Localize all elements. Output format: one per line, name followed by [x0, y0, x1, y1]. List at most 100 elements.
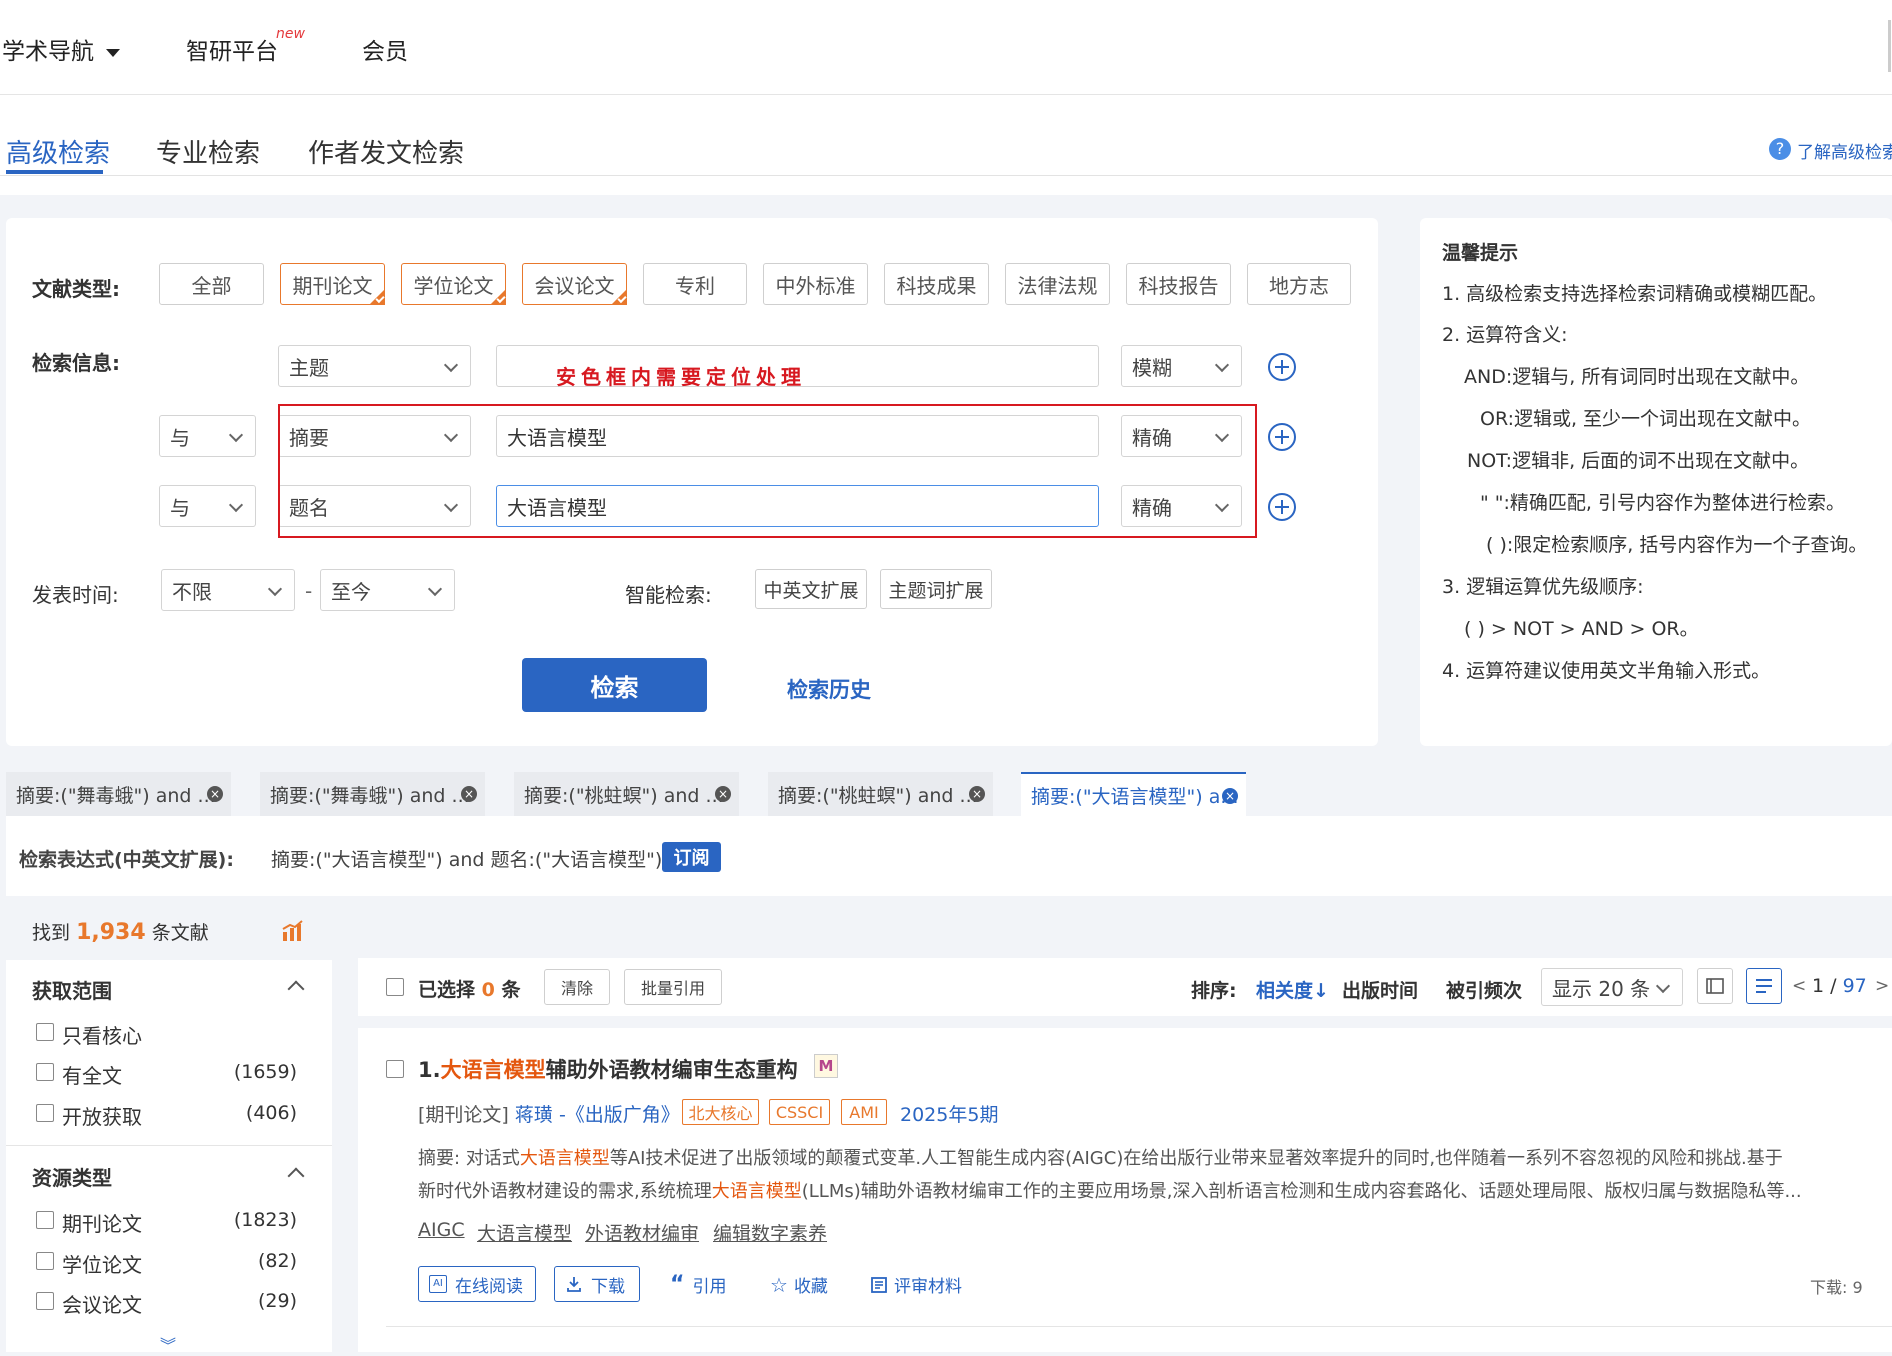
history-tab[interactable]: 摘要:("桃蛀螟") and ... × — [768, 772, 993, 816]
result-source[interactable]: -《出版广角》 — [559, 1104, 680, 1126]
nav-academic[interactable]: 学术导航 — [2, 32, 120, 66]
pubtime-to-select[interactable]: 至今 — [320, 569, 455, 611]
facet-item-label: 只看核心 — [62, 1024, 142, 1048]
caret-down-icon — [106, 48, 120, 57]
abstract-highlight: 大语言模型 — [711, 1181, 802, 1202]
download-button[interactable]: 下载 — [554, 1266, 640, 1302]
results-prefix: 找到 — [32, 922, 71, 944]
download-count: 下载: 9 — [1810, 1278, 1863, 1297]
doctype-conference[interactable]: 会议论文 — [522, 263, 627, 305]
expand-more-icon[interactable]: ︾ — [160, 1332, 176, 1356]
doctype-patent[interactable]: 专利 — [643, 263, 747, 305]
result-issue[interactable]: 2025年5期 — [900, 1100, 998, 1127]
history-tab[interactable]: 摘要:("桃蛀螟") and ... × — [514, 772, 739, 816]
close-icon[interactable]: × — [1222, 788, 1238, 804]
keyword-link[interactable]: 大语言模型 — [477, 1219, 572, 1246]
facet-item-count: (82) — [257, 1250, 297, 1272]
close-icon[interactable]: × — [461, 786, 477, 802]
history-tab[interactable]: 摘要:("舞毒蛾") and ... × — [6, 772, 231, 816]
logic-select-value: 与 — [170, 495, 190, 520]
pubtime-from-select[interactable]: 不限 — [161, 569, 295, 611]
download-icon — [567, 1277, 581, 1292]
abstract-text: (LLMs)辅助外语教材编审工作的主要应用场景,深入剖析语言检测和生成内容套路化… — [801, 1181, 1802, 1202]
sort-relevance-label: 相关度 — [1256, 980, 1314, 1002]
smart-option-thesaurus[interactable]: 主题词扩展 — [880, 569, 992, 609]
facet-checkbox[interactable] — [36, 1023, 54, 1041]
list-view-icon[interactable] — [1746, 968, 1782, 1004]
grid-view-icon[interactable] — [1697, 968, 1733, 1004]
tip-line: 3. 逻辑运算优先级顺序: — [1442, 576, 1644, 598]
search-button[interactable]: 检索 — [522, 658, 707, 712]
check-corner-icon — [611, 289, 627, 305]
results-summary: 找到 1,934 条文献 — [32, 918, 209, 945]
favorite-button[interactable]: ☆ 收藏 — [770, 1272, 828, 1298]
facet-checkbox[interactable] — [36, 1211, 54, 1229]
tab-author-search[interactable]: 作者发文检索 — [308, 133, 464, 170]
smart-search-label: 智能检索: — [625, 583, 712, 607]
facet-checkbox[interactable] — [36, 1292, 54, 1310]
logic-select-row3[interactable]: 与 — [159, 485, 256, 527]
field-select-row1[interactable]: 主题 — [278, 345, 471, 387]
doctype-report[interactable]: 科技报告 — [1126, 263, 1231, 305]
review-material-button[interactable]: 评审材料 — [870, 1272, 962, 1297]
tip-line: " ":精确匹配, 引号内容作为整体进行检索。 — [1480, 492, 1845, 514]
keyword-link[interactable]: 编辑数字素养 — [713, 1219, 827, 1246]
nav-zhiyan[interactable]: 智研平台 — [186, 32, 278, 66]
tab-professional-search[interactable]: 专业检索 — [156, 133, 260, 170]
history-tab[interactable]: 摘要:("舞毒蛾") and ... × — [260, 772, 485, 816]
abstract-text: 等AI技术促进了出版领域的颠覆式变革.人工智能生成内容(AIGC)在给出版行业带… — [609, 1148, 1783, 1169]
doctype-achievement[interactable]: 科技成果 — [884, 263, 989, 305]
keyword-link[interactable]: 外语教材编审 — [585, 1219, 699, 1246]
close-icon[interactable]: × — [207, 786, 223, 802]
results-suffix: 条文献 — [151, 922, 209, 944]
history-tab-active[interactable]: 摘要:("大语言模型") a... × — [1021, 772, 1246, 816]
doctype-journal[interactable]: 期刊论文 — [280, 263, 385, 305]
doctype-thesis[interactable]: 学位论文 — [401, 263, 506, 305]
doctype-gazetteer[interactable]: 地方志 — [1247, 263, 1351, 305]
doctype-all[interactable]: 全部 — [159, 263, 264, 305]
clear-button[interactable]: 清除 — [544, 969, 610, 1005]
result-author[interactable]: 蒋璜 — [515, 1104, 553, 1126]
subscribe-button[interactable]: 订阅 — [662, 842, 721, 872]
pubtime-to-value: 至今 — [331, 579, 371, 604]
doctype-label: 法律法规 — [1017, 273, 1098, 298]
next-page-icon[interactable]: > — [1875, 976, 1889, 996]
select-all-checkbox[interactable] — [386, 978, 404, 996]
results-count: 1,934 — [76, 920, 146, 945]
cite-label: 引用 — [692, 1277, 727, 1297]
batch-cite-button[interactable]: 批量引用 — [624, 969, 722, 1005]
cite-button[interactable]: “ 引用 — [670, 1272, 726, 1297]
online-read-button[interactable]: AI 在线阅读 — [418, 1266, 536, 1302]
facet-checkbox[interactable] — [36, 1063, 54, 1081]
page-size-select[interactable]: 显示 20 条 — [1541, 968, 1683, 1006]
doctype-standard[interactable]: 中外标准 — [763, 263, 868, 305]
bar-chart-icon[interactable] — [282, 920, 304, 942]
keyword-link[interactable]: AIGC — [418, 1219, 465, 1241]
nav-member[interactable]: 会员 — [362, 32, 408, 66]
star-icon: ☆ — [770, 1272, 788, 1297]
sort-relevance[interactable]: 相关度↓ — [1256, 976, 1329, 1003]
logic-select-row2[interactable]: 与 — [159, 415, 256, 457]
prev-page-icon[interactable]: < — [1792, 976, 1806, 996]
add-row-icon[interactable] — [1268, 353, 1296, 381]
tab-active-underline — [6, 170, 103, 174]
match-select-row1[interactable]: 模糊 — [1121, 345, 1242, 387]
search-history-link[interactable]: 检索历史 — [787, 674, 871, 704]
help-link[interactable]: 了解高级检索 — [1797, 138, 1892, 163]
close-icon[interactable]: × — [715, 786, 731, 802]
tip-line: 2. 运算符含义: — [1442, 324, 1568, 346]
sort-citations[interactable]: 被引频次 — [1446, 976, 1522, 1003]
result-title[interactable]: 1.大语言模型辅助外语教材编审生态重构 — [418, 1054, 798, 1084]
facet-checkbox[interactable] — [36, 1252, 54, 1270]
smart-option-bilingual[interactable]: 中英文扩展 — [755, 569, 867, 609]
sort-pubtime[interactable]: 出版时间 — [1342, 976, 1418, 1003]
add-row-icon[interactable] — [1268, 423, 1296, 451]
facet-checkbox[interactable] — [36, 1104, 54, 1122]
result-checkbox[interactable] — [386, 1060, 404, 1078]
close-icon[interactable]: × — [969, 786, 985, 802]
tip-line: 1. 高级检索支持选择检索词精确或模糊匹配。 — [1442, 283, 1828, 305]
doctype-law[interactable]: 法律法规 — [1005, 263, 1110, 305]
tab-advanced-search[interactable]: 高级检索 — [6, 133, 110, 170]
tag-pku-core: 北大核心 — [682, 1099, 759, 1125]
add-row-icon[interactable] — [1268, 493, 1296, 521]
